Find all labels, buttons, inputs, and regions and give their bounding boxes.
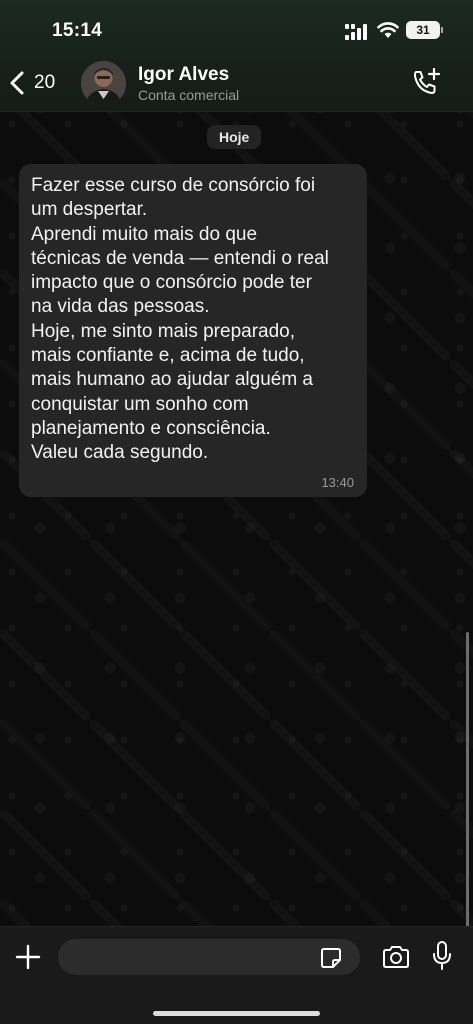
composer-bar bbox=[0, 926, 473, 1024]
camera-icon[interactable] bbox=[382, 945, 410, 969]
signal-icon bbox=[345, 24, 367, 40]
message-bubble[interactable]: Fazer esse curso de consórcio foi um des… bbox=[19, 164, 367, 497]
back-button[interactable]: 20 bbox=[8, 66, 70, 100]
plus-icon[interactable] bbox=[15, 944, 41, 970]
avatar-photo bbox=[81, 61, 126, 106]
microphone-icon[interactable] bbox=[432, 941, 452, 971]
chevron-left-icon bbox=[10, 71, 24, 95]
status-bar: 15:14 31 bbox=[0, 0, 473, 54]
contact-name[interactable]: Igor Alves bbox=[138, 64, 229, 86]
wifi-icon bbox=[377, 22, 399, 38]
scrollbar[interactable] bbox=[466, 632, 469, 928]
contact-subtitle: Conta comercial bbox=[138, 87, 240, 103]
add-call-icon[interactable] bbox=[410, 67, 442, 99]
message-text: Fazer esse curso de consórcio foi um des… bbox=[31, 175, 329, 464]
date-chip: Hoje bbox=[207, 125, 262, 149]
unread-count: 20 bbox=[34, 72, 56, 93]
home-indicator bbox=[153, 1011, 320, 1016]
message-input[interactable] bbox=[58, 939, 360, 975]
message-time: 13:40 bbox=[321, 475, 354, 490]
avatar[interactable] bbox=[81, 61, 126, 106]
status-time: 15:14 bbox=[52, 20, 103, 41]
battery-nub bbox=[441, 27, 443, 33]
sticker-icon[interactable] bbox=[320, 947, 342, 969]
battery-icon: 31 bbox=[406, 21, 440, 39]
chat-header: 15:14 31 20 Igor Alves Conta comercial bbox=[0, 0, 473, 112]
chat-wallpaper bbox=[0, 0, 473, 1024]
